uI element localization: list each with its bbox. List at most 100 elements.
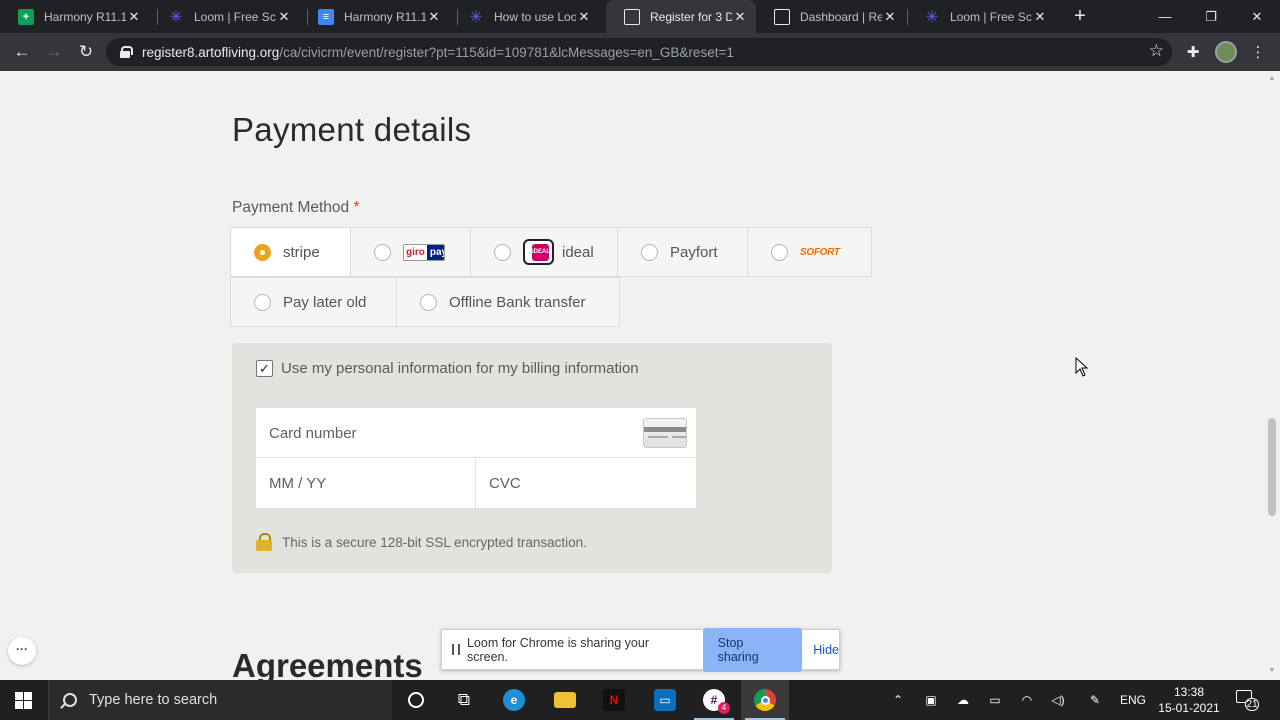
tab-title: Register for 3 Da — [650, 9, 732, 24]
battery-icon[interactable]: ▭ — [984, 680, 1006, 720]
billing-panel: ✓ Use my personal information for my bil… — [232, 343, 832, 573]
radio[interactable] — [771, 243, 788, 261]
back-arrow-icon[interactable]: ← — [9, 39, 35, 65]
option-label: stripe — [283, 243, 320, 261]
close-tab-icon[interactable]: ✕ — [882, 9, 898, 25]
browser-tab[interactable]: Dashboard | Reg ✕ — [756, 0, 906, 33]
volume-icon[interactable]: ◁) — [1047, 680, 1069, 720]
option-label: Pay later old — [283, 293, 367, 311]
task-view-icon[interactable]: ⧉ — [440, 680, 488, 720]
minimize-icon[interactable]: — — [1142, 0, 1188, 33]
lock-icon[interactable] — [120, 46, 133, 58]
option-label: ideal — [562, 243, 594, 261]
taskbar-clock[interactable]: 13:38 15-01-2021 — [1152, 684, 1226, 716]
browser-tab[interactable]: ✳ Loom | Free Scre ✕ — [150, 0, 300, 33]
payment-method-label: Payment Method * — [232, 199, 360, 216]
restore-icon[interactable]: ❐ — [1188, 0, 1234, 33]
option-label: Payfort — [670, 243, 718, 261]
browser-toolbar: ← → ↻ register8.artofliving.org/ca/civic… — [0, 33, 1280, 71]
scrollbar-thumb[interactable] — [1268, 418, 1276, 516]
radio[interactable] — [374, 243, 391, 261]
billing-checkbox-label[interactable]: Use my personal information for my billi… — [281, 360, 639, 377]
screen-sharing-banner: Loom for Chrome is sharing your screen. … — [441, 627, 840, 672]
sheets-icon: + — [18, 8, 34, 25]
cortana-icon[interactable] — [392, 680, 440, 720]
page-scrollbar[interactable]: ▲ ▼ — [1264, 71, 1280, 680]
radio[interactable] — [420, 293, 437, 311]
forward-arrow-icon[interactable]: → — [41, 39, 67, 65]
pen-icon[interactable]: ✎ — [1084, 680, 1106, 720]
close-tab-icon[interactable]: ✕ — [276, 9, 292, 25]
taskbar-search-input[interactable]: Type here to search — [48, 680, 392, 720]
windows-start-icon[interactable] — [15, 692, 32, 709]
close-tab-icon[interactable]: ✕ — [426, 9, 442, 25]
meet-now-icon[interactable]: ▣ — [920, 680, 942, 720]
netflix-icon[interactable]: N — [590, 680, 638, 720]
ideal-logo: iDEAL — [523, 239, 554, 265]
payment-option-giropay[interactable]: giropay — [350, 227, 471, 277]
browser-tab-strip: + Harmony R11.10 ✕ ✳ Loom | Free Scre ✕ … — [0, 0, 1280, 33]
payment-option-payfort[interactable]: Payfort — [617, 227, 748, 277]
payment-option-stripe[interactable]: stripe — [230, 227, 351, 277]
extensions-puzzle-icon[interactable]: ✚ — [1182, 41, 1204, 63]
radio[interactable] — [494, 243, 511, 261]
payment-method-row: Pay later old Offline Bank transfer — [230, 277, 620, 327]
expiry-input[interactable]: MM / YY — [269, 475, 326, 492]
language-indicator[interactable]: ENG — [1118, 680, 1148, 720]
billing-checkbox[interactable]: ✓ — [256, 360, 273, 377]
bookmark-star-icon[interactable]: ☆ — [1149, 41, 1164, 61]
sharing-message: Loom for Chrome is sharing your screen. — [466, 635, 649, 664]
radio[interactable] — [254, 293, 271, 311]
close-tab-icon[interactable]: ✕ — [576, 9, 592, 25]
cvc-input[interactable]: CVC — [489, 475, 521, 492]
onedrive-cloud-icon[interactable]: ☁ — [952, 680, 974, 720]
url-text: register8.artofliving.org/ca/civicrm/eve… — [142, 44, 734, 60]
radio-selected[interactable] — [254, 243, 271, 261]
option-label: Offline Bank transfer — [449, 293, 586, 311]
credit-card-icon — [643, 418, 687, 448]
scroll-down-icon[interactable]: ▼ — [1268, 667, 1276, 675]
payment-option-pay-later[interactable]: Pay later old — [230, 277, 397, 327]
address-bar[interactable]: register8.artofliving.org/ca/civicrm/eve… — [106, 38, 1172, 66]
close-tab-icon[interactable]: ✕ — [1032, 9, 1048, 25]
browser-tab[interactable]: ≡ Harmony R11.10 ✕ — [300, 0, 450, 33]
close-tab-icon[interactable]: ✕ — [126, 9, 142, 25]
menu-kebab-icon[interactable]: ⋮ — [1247, 41, 1269, 63]
page-icon — [774, 8, 790, 25]
agreements-heading: Agreements — [232, 647, 423, 680]
profile-avatar[interactable] — [1215, 41, 1237, 63]
card-number-input[interactable]: Card number — [269, 425, 357, 442]
chrome-icon[interactable] — [741, 680, 789, 720]
browser-tab[interactable]: + Harmony R11.10 ✕ — [0, 0, 150, 33]
wifi-icon[interactable]: ◠ — [1016, 680, 1038, 720]
browser-tab[interactable]: ✳ Loom | Free Scre ✕ — [906, 0, 1056, 33]
stop-sharing-button[interactable]: Stop sharing — [702, 627, 803, 672]
remote-desktop-icon[interactable]: ▭ — [641, 680, 689, 720]
close-window-icon[interactable]: ✕ — [1234, 0, 1280, 33]
file-explorer-icon[interactable] — [541, 680, 589, 720]
browser-tab-active[interactable]: Register for 3 Da ✕ — [606, 0, 756, 33]
notification-center-icon[interactable]: 21 — [1236, 690, 1259, 711]
browser-tab[interactable]: ✳ How to use Loom ✕ — [450, 0, 600, 33]
more-options-icon[interactable]: ··· — [8, 637, 36, 665]
slack-badge: 4 — [718, 702, 730, 714]
clock-time: 13:38 — [1173, 685, 1205, 699]
radio[interactable] — [641, 243, 658, 261]
reload-icon[interactable]: ↻ — [73, 39, 99, 65]
edge-icon[interactable]: e — [490, 680, 538, 720]
payment-option-sofort[interactable]: SOFORT — [747, 227, 872, 277]
tab-title: Loom | Free Scre — [194, 9, 276, 24]
page-viewport: Payment details Payment Method * stripe … — [0, 71, 1264, 680]
slack-icon[interactable]: # 4 — [690, 680, 738, 720]
payment-option-ideal[interactable]: iDEAL ideal — [470, 227, 618, 277]
divider — [475, 458, 476, 508]
giropay-logo: giropay — [403, 243, 445, 261]
card-input-group: Card number MM / YY CVC — [256, 408, 696, 508]
new-tab-icon[interactable]: + — [1070, 5, 1090, 27]
scroll-up-icon[interactable]: ▲ — [1268, 75, 1276, 83]
close-tab-icon[interactable]: ✕ — [732, 9, 748, 25]
payment-option-bank-transfer[interactable]: Offline Bank transfer — [396, 277, 620, 327]
divider — [256, 457, 696, 458]
show-hidden-icons-chevron[interactable]: ⌃ — [888, 680, 908, 720]
hide-banner-button[interactable]: Hide — [813, 643, 839, 657]
